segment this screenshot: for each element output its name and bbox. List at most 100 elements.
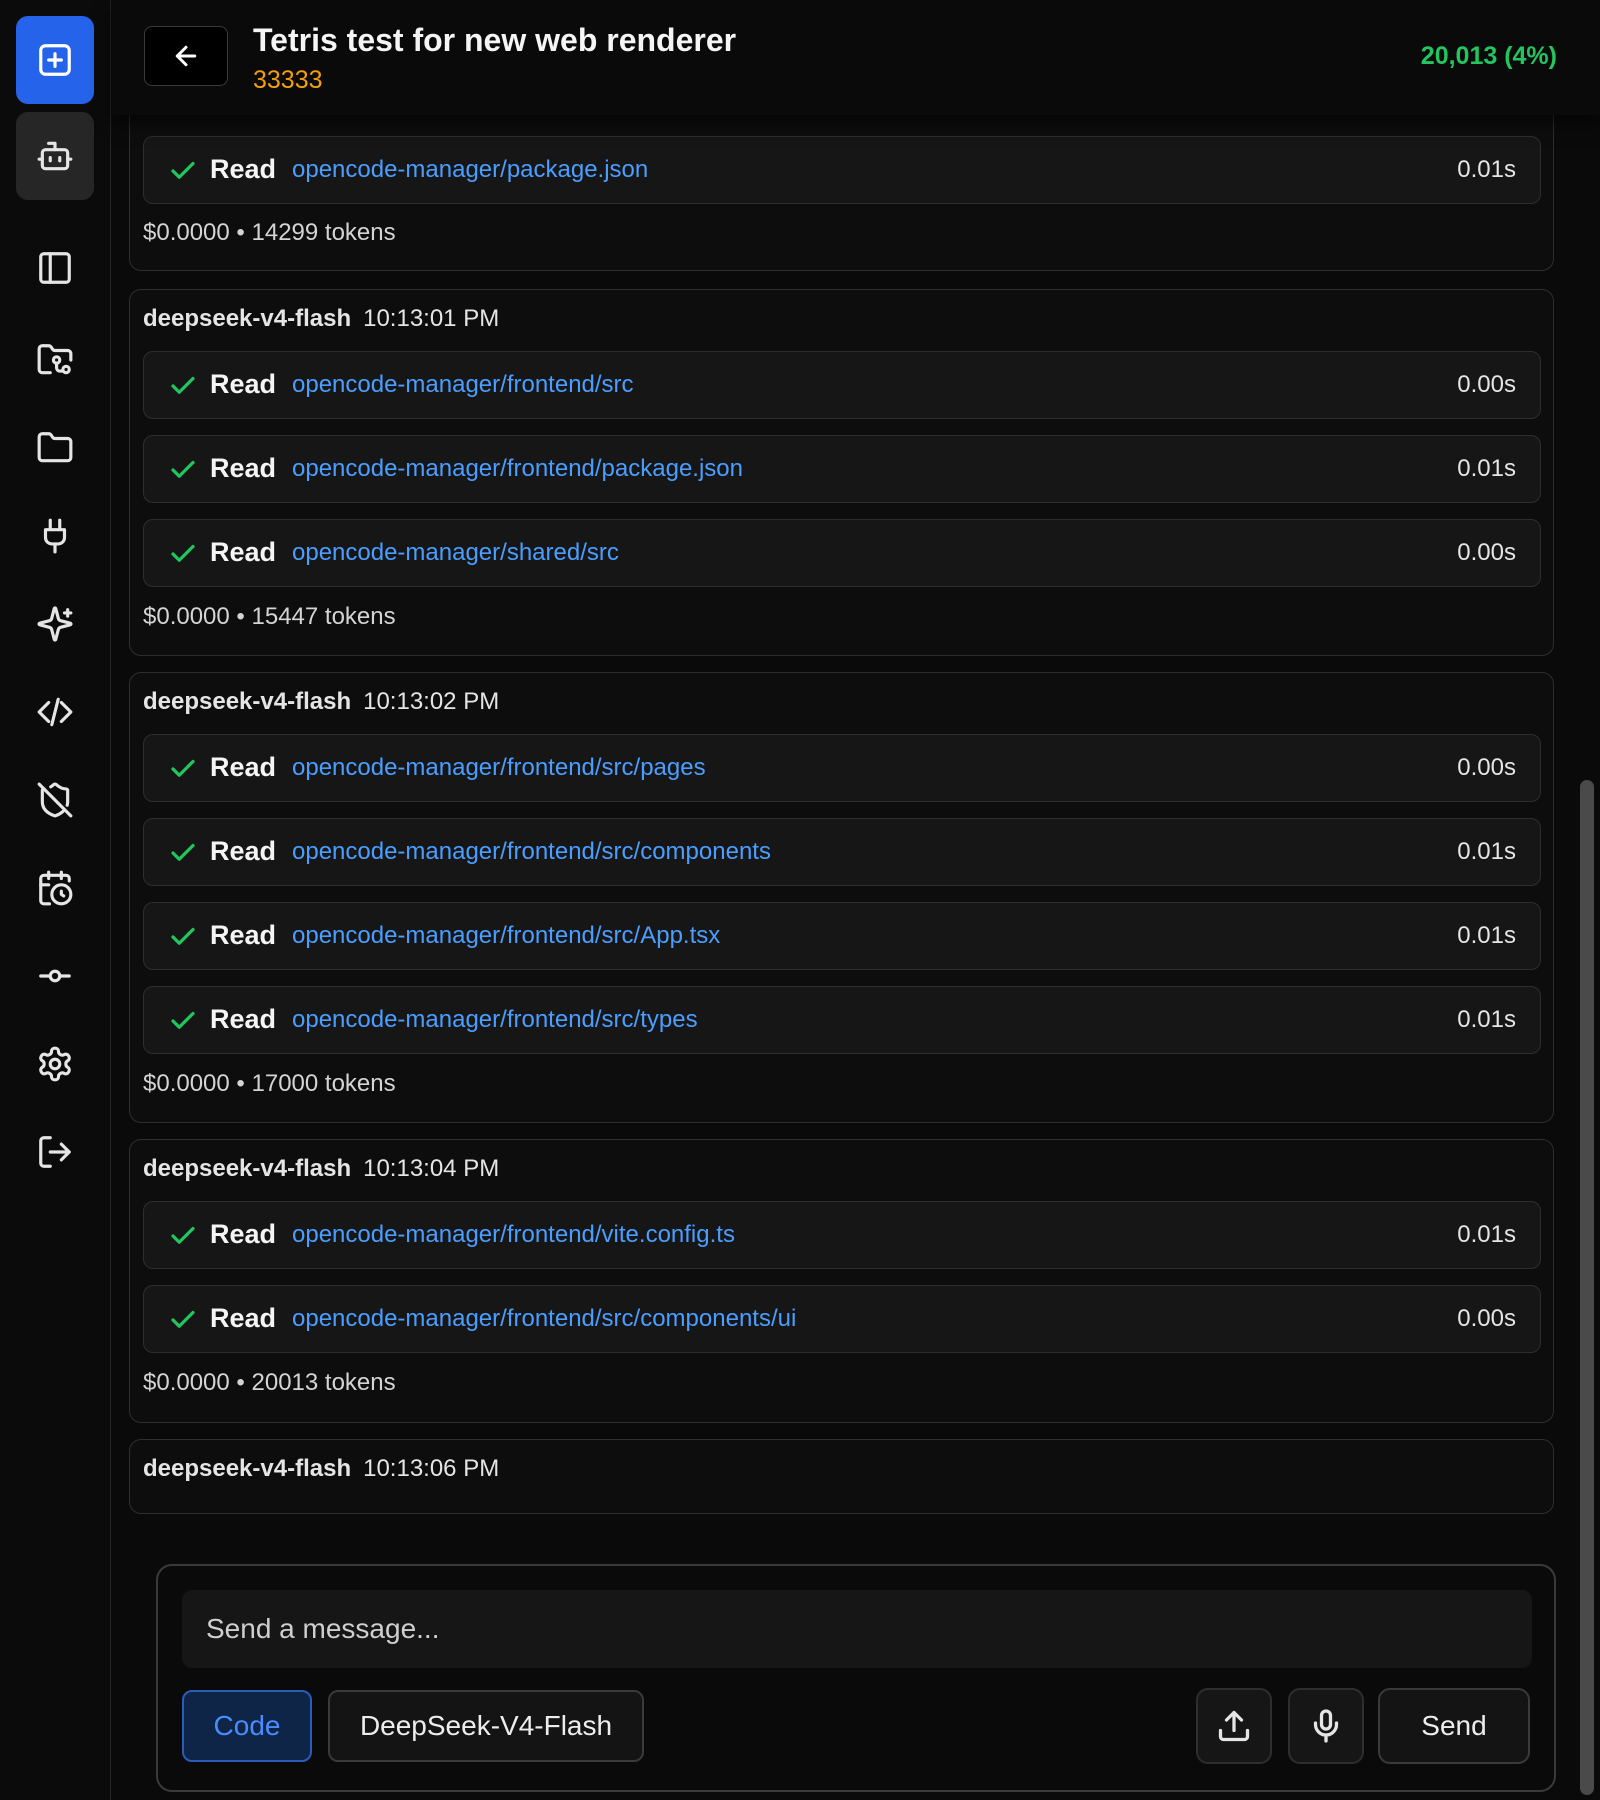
sidebar-item-logout[interactable] [16,1108,94,1196]
upload-icon [1218,1710,1250,1742]
message-time: 10:13:04 PM [363,1155,500,1182]
tool-duration: 0.01s [1457,1221,1516,1248]
sidebar-item-repos[interactable] [16,316,94,404]
tool-call-row[interactable]: Read opencode-manager/shared/src 0.00s [143,519,1541,587]
tool-duration: 0.00s [1457,1305,1516,1332]
tool-path-link[interactable]: opencode-manager/frontend/vite.config.ts [292,1221,735,1249]
tool-verb: Read [210,369,277,399]
voice-input-button[interactable] [1288,1688,1364,1764]
sidebar-item-skills[interactable] [16,580,94,668]
upload-button[interactable] [1196,1688,1272,1764]
message-card: deepseek-v4-flash 10:13:02 PM Read openco… [129,672,1554,1123]
logout-icon [39,1136,71,1168]
check-icon [168,539,198,569]
check-icon [168,838,198,868]
model-name: deepseek-v4-flash [143,1155,352,1182]
message-time: 10:13:02 PM [363,688,500,715]
sidebar-item-files[interactable] [16,404,94,492]
tool-call-row[interactable]: Read opencode-manager/frontend/src/compo… [143,1285,1541,1353]
tool-duration: 0.01s [1457,1006,1516,1033]
tool-duration: 0.00s [1457,539,1516,566]
tool-call-row[interactable]: Read opencode-manager/frontend/vite.conf… [143,1201,1541,1269]
tool-call-row[interactable]: Read opencode-manager/frontend/package.j… [143,435,1541,503]
tool-call-row[interactable]: Read opencode-manager/frontend/src/pages… [143,734,1541,802]
panel-left-icon [39,252,71,284]
tool-verb: Read [210,154,277,184]
scrollbar-thumb[interactable] [1580,780,1594,1795]
folder-git-icon [37,344,73,375]
sidebar-item-schedules[interactable] [16,844,94,932]
model-name: deepseek-v4-flash [143,688,352,715]
tool-path-link[interactable]: opencode-manager/frontend/src/types [292,1006,698,1034]
message-time: 10:13:01 PM [363,305,500,332]
bot-icon [37,141,73,171]
message-card: deepseek-v4-flash 10:13:06 PM [129,1439,1554,1514]
sidebar-item-permissions[interactable] [16,756,94,844]
message-header: deepseek-v4-flash 10:13:01 PM [143,305,499,333]
tool-duration: 0.01s [1457,455,1516,482]
message-header: deepseek-v4-flash 10:13:02 PM [143,688,499,716]
send-button[interactable]: Send [1378,1688,1530,1764]
message-card: deepseek-v4-flash 10:13:01 PM Read openco… [129,289,1554,656]
mode-button[interactable]: Code [182,1690,312,1762]
tool-path-link[interactable]: opencode-manager/frontend/src/pages [292,754,706,782]
tool-call-row[interactable]: Read opencode-manager/frontend/src 0.00s [143,351,1541,419]
session-header: Tetris test for new web renderer 33333 2… [112,0,1600,115]
message-input[interactable] [182,1590,1532,1668]
message-list[interactable]: Read opencode-manager/package.json 0.01s… [112,115,1586,1800]
sidebar [0,0,111,1800]
tool-path-link[interactable]: opencode-manager/package.json [292,156,648,184]
check-icon [168,156,198,186]
message-composer: Code DeepSeek-V4-Flash Send [156,1564,1556,1792]
check-icon [168,371,198,401]
tool-path-link[interactable]: opencode-manager/frontend/src/components… [292,1305,796,1333]
model-name: deepseek-v4-flash [143,305,352,332]
tool-duration: 0.01s [1457,922,1516,949]
tool-call-row[interactable]: Read opencode-manager/frontend/src/App.t… [143,902,1541,970]
arrow-left-icon [175,45,197,67]
tool-call-row[interactable]: Read opencode-manager/frontend/src/types… [143,986,1541,1054]
sidebar-item-commits[interactable] [16,932,94,1020]
tool-verb: Read [210,1219,277,1249]
tool-path-link[interactable]: opencode-manager/frontend/src [292,371,634,399]
check-icon [168,1006,198,1036]
message-header: deepseek-v4-flash 10:13:06 PM [143,1455,499,1483]
tool-verb: Read [210,1303,277,1333]
message-header: deepseek-v4-flash 10:13:04 PM [143,1155,499,1183]
new-session-button[interactable] [16,16,94,104]
tool-path-link[interactable]: opencode-manager/frontend/src/App.tsx [292,922,720,950]
tool-verb: Read [210,836,277,866]
check-icon [168,1305,198,1335]
calendar-clock-icon [39,870,73,906]
session-subtitle: 33333 [253,66,323,94]
sidebar-item-settings[interactable] [16,1020,94,1108]
folder-icon [37,432,73,463]
back-button[interactable] [144,26,228,86]
check-icon [168,1221,198,1251]
tool-call-row[interactable]: Read opencode-manager/package.json 0.01s [143,136,1541,204]
model-selector[interactable]: DeepSeek-V4-Flash [328,1690,644,1762]
message-cost: $0.0000 • 14299 tokens [143,219,396,246]
sidebar-item-code[interactable] [16,668,94,756]
tool-verb: Read [210,752,277,782]
tool-call-row[interactable]: Read opencode-manager/frontend/src/compo… [143,818,1541,886]
check-icon [168,754,198,784]
gear-icon [39,1046,71,1082]
tool-verb: Read [210,920,277,950]
plug-icon [43,518,67,554]
tool-path-link[interactable]: opencode-manager/frontend/package.json [292,455,743,483]
message-cost: $0.0000 • 17000 tokens [143,1070,396,1097]
tool-path-link[interactable]: opencode-manager/shared/src [292,539,619,567]
sparkles-icon [37,606,73,642]
sidebar-item-toggle-panel[interactable] [16,224,94,312]
tool-verb: Read [210,1004,277,1034]
tool-duration: 0.01s [1457,156,1516,183]
code-icon [37,697,73,727]
tool-duration: 0.01s [1457,838,1516,865]
git-commit-icon [39,969,71,983]
tool-path-link[interactable]: opencode-manager/frontend/src/components [292,838,771,866]
sidebar-item-plugins[interactable] [16,492,94,580]
message-card: Read opencode-manager/package.json 0.01s… [129,115,1554,271]
model-name: deepseek-v4-flash [143,1455,352,1482]
sidebar-item-agents[interactable] [16,112,94,200]
